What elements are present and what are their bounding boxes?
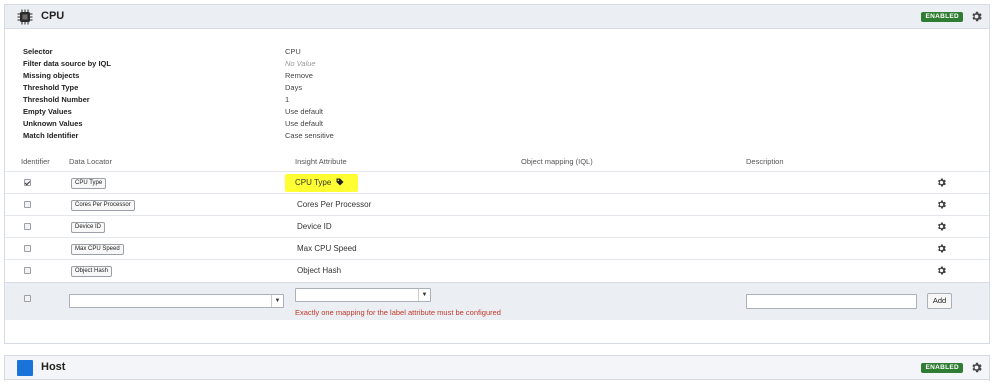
row-settings-gear-icon[interactable]	[936, 177, 947, 188]
property-key: Threshold Number	[23, 95, 90, 104]
property-value: No Value	[285, 59, 316, 68]
new-identifier-checkbox[interactable]	[24, 295, 31, 302]
property-value: Remove	[285, 71, 313, 80]
row-settings-gear-icon[interactable]	[936, 199, 947, 210]
column-header-data-locator: Data Locator	[69, 157, 112, 166]
enabled-status-badge: ENABLED	[921, 12, 963, 22]
property-key: Empty Values	[23, 107, 72, 116]
insight-attribute-select[interactable]: ▼	[295, 288, 431, 302]
property-value: Case sensitive	[285, 131, 334, 140]
data-locator-tag: Max CPU Speed	[71, 244, 124, 255]
host-import-panel: Host ENABLED	[4, 355, 990, 381]
insight-attribute: Object Hash	[297, 266, 342, 275]
column-header-object-mapping: Object mapping (IQL)	[521, 157, 593, 166]
property-row: Filter data source by IQL No Value	[23, 59, 523, 71]
property-row: Threshold Type Days	[23, 83, 523, 95]
property-row: Threshold Number 1	[23, 95, 523, 107]
cpu-panel-header: CPU ENABLED	[5, 5, 989, 29]
validation-error-message: Exactly one mapping for the label attrib…	[295, 308, 501, 317]
identifier-checkbox[interactable]	[24, 201, 31, 208]
table-row: Object Hash Object Hash	[5, 259, 989, 281]
property-value: CPU	[285, 47, 301, 56]
column-header-insight-attribute: Insight Attribute	[295, 157, 347, 166]
cpu-import-panel: CPU ENABLED Selector CPU Filter data sou…	[4, 4, 990, 344]
column-header-identifier: Identifier	[21, 157, 50, 166]
panel-settings-gear-icon[interactable]	[970, 10, 983, 23]
property-row: Empty Values Use default	[23, 107, 523, 119]
cpu-panel-title: CPU	[41, 10, 65, 22]
chevron-down-icon: ▼	[271, 295, 283, 307]
host-square-icon	[17, 360, 33, 376]
data-locator-tag: Object Hash	[71, 266, 113, 277]
property-row: Selector CPU	[23, 47, 523, 59]
add-mapping-button[interactable]: Add	[927, 293, 952, 309]
data-locator-select[interactable]: ▼	[69, 294, 284, 308]
property-row: Unknown Values Use default	[23, 119, 523, 131]
property-value: 1	[285, 95, 290, 104]
table-row: Device ID Device ID	[5, 215, 989, 237]
property-key: Missing objects	[23, 71, 80, 80]
data-locator-tag: Cores Per Processor	[71, 200, 135, 211]
property-key: Threshold Type	[23, 83, 79, 92]
description-input[interactable]	[746, 294, 917, 309]
identifier-checkbox[interactable]	[24, 223, 31, 230]
row-settings-gear-icon[interactable]	[936, 221, 947, 232]
mapping-table-header: Identifier Data Locator Insight Attribut…	[5, 157, 989, 169]
insight-attribute-label: CPU Type	[295, 178, 332, 187]
cpu-chip-icon	[17, 9, 33, 25]
host-panel-header: Host ENABLED	[5, 356, 989, 380]
tag-icon	[336, 178, 344, 186]
property-key: Unknown Values	[23, 119, 83, 128]
identifier-checkbox[interactable]	[24, 179, 31, 186]
row-settings-gear-icon[interactable]	[936, 243, 947, 254]
property-value: Use default	[285, 107, 323, 116]
insight-attribute: CPU Type	[295, 178, 344, 187]
table-row: CPU Type CPU Type	[5, 171, 989, 193]
property-key: Filter data source by IQL	[23, 59, 111, 68]
data-locator-tag: Device ID	[71, 222, 106, 233]
panel-settings-gear-icon[interactable]	[970, 361, 983, 374]
column-header-description: Description	[746, 157, 784, 166]
row-settings-gear-icon[interactable]	[936, 265, 947, 276]
import-properties-list: Selector CPU Filter data source by IQL N…	[23, 47, 523, 143]
host-panel-title: Host	[41, 361, 66, 373]
property-row: Missing objects Remove	[23, 71, 523, 83]
property-row: Match Identifier Case sensitive	[23, 131, 523, 143]
insight-attribute: Device ID	[297, 222, 332, 231]
data-locator-tag: CPU Type	[71, 178, 107, 189]
new-mapping-row: ▼ ▼ Exactly one mapping for the label at…	[5, 282, 989, 320]
table-row: Max CPU Speed Max CPU Speed	[5, 237, 989, 259]
identifier-checkbox[interactable]	[24, 267, 31, 274]
insight-attribute: Max CPU Speed	[297, 244, 357, 253]
property-value: Use default	[285, 119, 323, 128]
chevron-down-icon: ▼	[418, 289, 430, 301]
enabled-status-badge: ENABLED	[921, 363, 963, 373]
property-key: Match Identifier	[23, 131, 79, 140]
property-key: Selector	[23, 47, 53, 56]
property-value: Days	[285, 83, 303, 92]
table-row: Cores Per Processor Cores Per Processor	[5, 193, 989, 215]
identifier-checkbox[interactable]	[24, 245, 31, 252]
insight-attribute: Cores Per Processor	[297, 200, 372, 209]
